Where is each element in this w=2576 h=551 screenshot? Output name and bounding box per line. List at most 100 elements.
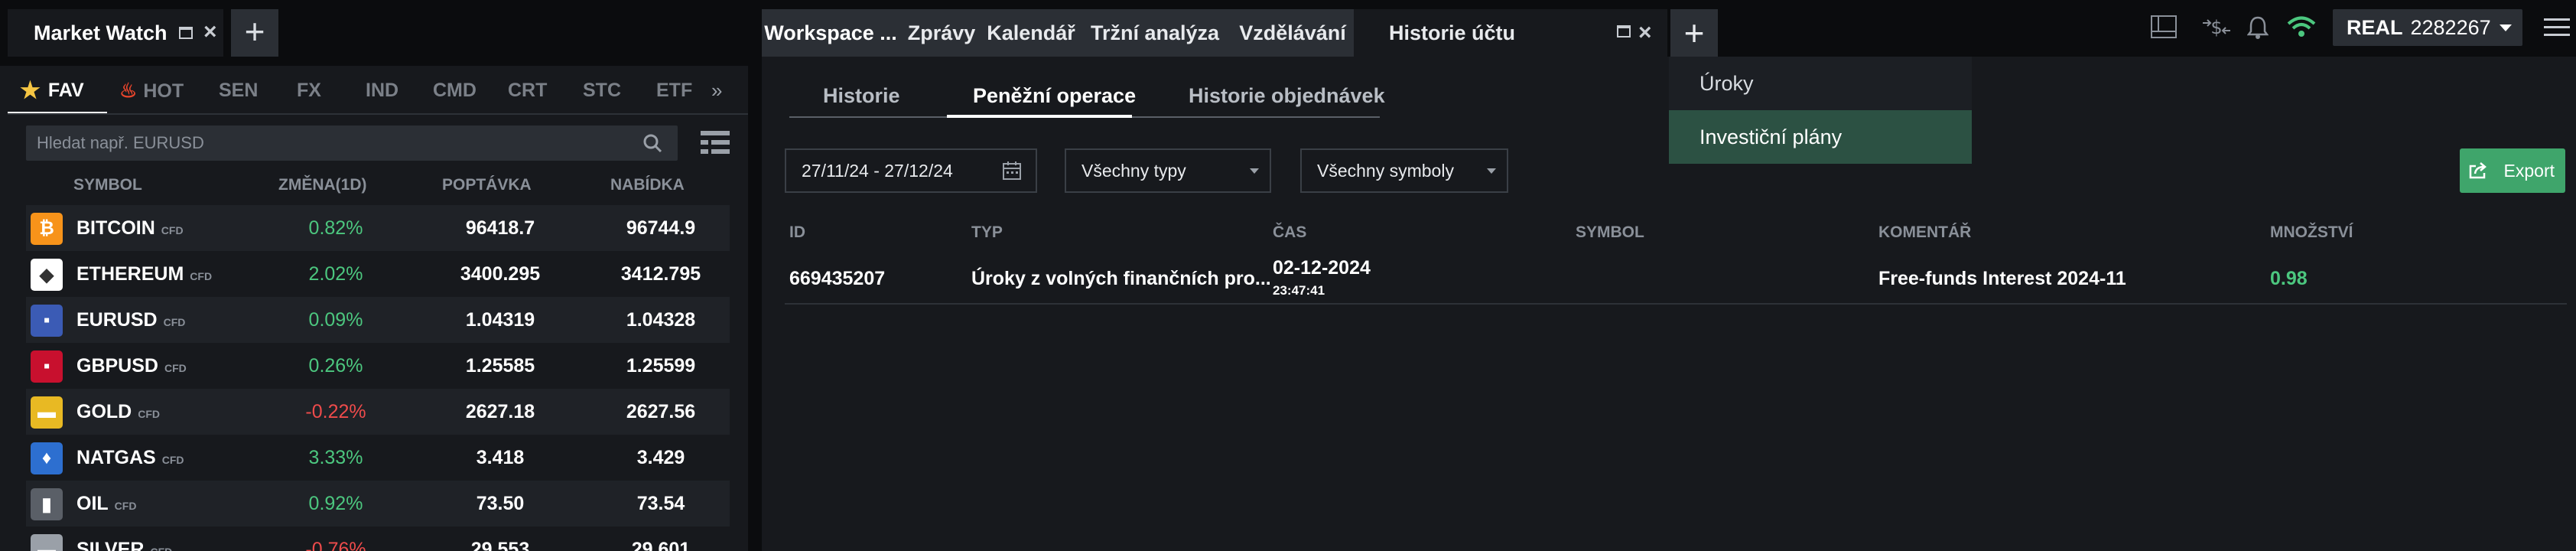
col-amount[interactable]: MNOŽSTVÍ	[2270, 223, 2353, 242]
change-value: 0.92%	[308, 493, 363, 514]
change-value: -0.22%	[305, 401, 366, 422]
ask-price[interactable]: 96744.9	[592, 205, 730, 251]
tab-sen[interactable]: SEN	[219, 66, 258, 115]
account-selector[interactable]: REAL 2282267	[2333, 9, 2522, 46]
symbol-name: GBPUSD CFD	[76, 355, 187, 377]
list-item[interactable]: ▬ SILVERCFD -0.76% 29.553 29.601	[26, 527, 730, 551]
cell-type: Úroky z volných finančních pro...	[971, 268, 1271, 289]
gas-flame-icon: ♦	[31, 442, 63, 474]
subtab-history[interactable]: Historie	[823, 84, 900, 108]
bid-price[interactable]: 96418.7	[424, 205, 577, 251]
active-subtab-underline	[947, 115, 1132, 118]
subtab-cash-operations[interactable]: Peněžní operace	[973, 84, 1136, 108]
tab-cmd[interactable]: CMD	[433, 66, 476, 115]
tab-crt[interactable]: CRT	[508, 66, 547, 115]
window-undock-icon[interactable]	[179, 27, 193, 39]
col-ask[interactable]: NABÍDKA	[610, 176, 685, 194]
add-tab-button[interactable]: +	[1670, 9, 1718, 57]
col-symbol[interactable]: SYMBOL	[1576, 223, 1644, 242]
tab-account-history[interactable]: Historie účtu ×	[1354, 9, 1667, 57]
currency-transfer-icon[interactable]: $	[2201, 15, 2232, 38]
col-symbol[interactable]: SYMBOL	[73, 176, 142, 194]
change-value: -0.76%	[305, 539, 366, 551]
bid-price[interactable]: 3.418	[424, 435, 577, 481]
ask-price[interactable]: 29.601	[592, 527, 730, 551]
bid-price[interactable]: 1.25585	[424, 343, 577, 389]
tab-calendar[interactable]: Kalendář	[984, 9, 1078, 57]
export-icon	[2469, 162, 2487, 179]
export-button[interactable]: Export	[2460, 148, 2565, 193]
list-item[interactable]: ₿ BITCOIN CFD 0.82% 96418.7 96744.9	[26, 205, 730, 251]
cell-id: 669435207	[789, 268, 886, 289]
tab-etf[interactable]: ETF	[656, 66, 692, 115]
menu-item-interest[interactable]: Úroky	[1669, 57, 1972, 110]
ask-price[interactable]: 73.54	[592, 481, 730, 527]
star-icon: ★	[20, 78, 41, 103]
subtab-order-history[interactable]: Historie objednávek	[1189, 84, 1385, 108]
symbol-name: SILVERCFD	[76, 527, 172, 551]
ask-price[interactable]: 1.04328	[592, 297, 730, 343]
search-input[interactable]	[37, 126, 626, 161]
tab-fx[interactable]: FX	[297, 66, 321, 115]
symbol-name: GOLD CFD	[76, 401, 160, 422]
type-filter-select[interactable]: Všechny typy	[1065, 148, 1271, 193]
hamburger-menu-icon[interactable]	[2544, 17, 2570, 38]
divider	[8, 113, 748, 115]
add-panel-button[interactable]: +	[231, 9, 278, 57]
market-watch-title: Market Watch	[34, 21, 168, 44]
tab-education[interactable]: Vzdělávání	[1231, 9, 1354, 57]
list-view-icon[interactable]	[701, 130, 730, 155]
tab-market-analysis[interactable]: Tržní analýza	[1078, 9, 1231, 57]
table-row[interactable]: 669435207 Úroky z volných finančních pro…	[785, 253, 2567, 305]
layout-icon[interactable]	[2151, 15, 2177, 38]
col-id[interactable]: ID	[789, 223, 805, 242]
window-undock-icon[interactable]	[1617, 25, 1631, 37]
bitcoin-icon: ₿	[31, 213, 63, 245]
cell-comment: Free-funds Interest 2024-11	[1878, 268, 2126, 289]
search-icon[interactable]	[642, 133, 662, 153]
col-change[interactable]: ZMĚNA(1D)	[278, 176, 367, 194]
list-item[interactable]: ▪ EURUSD CFD 0.09% 1.04319 1.04328	[26, 297, 730, 343]
menu-item-investment-plans[interactable]: Investiční plány	[1669, 110, 1972, 164]
bid-price[interactable]: 1.04319	[424, 297, 577, 343]
market-watch-panel: Market Watch × + ★ FAV ♨ HOT SEN FX IND CM…	[0, 0, 748, 551]
close-icon[interactable]: ×	[1638, 9, 1652, 57]
col-time[interactable]: ČAS	[1273, 223, 1306, 242]
ask-price[interactable]: 3.429	[592, 435, 730, 481]
ask-price[interactable]: 2627.56	[592, 389, 730, 435]
list-item[interactable]: ▬ GOLD CFD -0.22% 2627.18 2627.56	[26, 389, 730, 435]
bid-price[interactable]: 3400.295	[424, 251, 577, 297]
scroll-right-icon[interactable]: »	[711, 66, 722, 115]
tab-fav[interactable]: ★ FAV	[20, 66, 84, 115]
tab-hot[interactable]: ♨ HOT	[119, 66, 184, 115]
tab-stc[interactable]: STC	[583, 66, 621, 115]
account-type: REAL	[2347, 16, 2403, 39]
list-item[interactable]: ◆ ETHEREUM CFD 2.02% 3400.295 3412.795	[26, 251, 730, 297]
list-item[interactable]: ▪ GBPUSD CFD 0.26% 1.25585 1.25599	[26, 343, 730, 389]
col-type[interactable]: TYP	[971, 223, 1003, 242]
market-watch-tab[interactable]: Market Watch ×	[8, 9, 223, 57]
market-table-header: SYMBOL ZMĚNA(1D) POPTÁVKA NABÍDKA	[0, 171, 748, 199]
col-bid[interactable]: POPTÁVKA	[442, 176, 532, 194]
close-icon[interactable]: ×	[203, 18, 217, 46]
account-number: 2282267	[2410, 16, 2491, 39]
bell-icon[interactable]	[2247, 15, 2269, 40]
bid-price[interactable]: 2627.18	[424, 389, 577, 435]
ask-price[interactable]: 3412.795	[592, 251, 730, 297]
list-item[interactable]: ♦ NATGAS CFD 3.33% 3.418 3.429	[26, 435, 730, 481]
change-value: 0.82%	[308, 217, 363, 239]
change-value: 0.26%	[308, 355, 363, 377]
bid-price[interactable]: 29.553	[424, 527, 577, 551]
tab-ind[interactable]: IND	[366, 66, 398, 115]
bid-price[interactable]: 73.50	[424, 481, 577, 527]
date-range-picker[interactable]: 27/11/24 - 27/12/24	[785, 148, 1037, 193]
col-comment[interactable]: KOMENTÁŘ	[1878, 223, 1971, 242]
tab-news[interactable]: Zprávy	[899, 9, 984, 57]
cell-amount: 0.98	[2270, 268, 2308, 289]
ask-price[interactable]: 1.25599	[592, 343, 730, 389]
symbol-filter-select[interactable]: Všechny symboly	[1300, 148, 1508, 193]
tab-workspace[interactable]: Workspace ...	[762, 9, 899, 83]
list-item[interactable]: ▮ OIL CFD 0.92% 73.50 73.54	[26, 481, 730, 527]
gold-bar-icon: ▬	[31, 396, 63, 429]
svg-text:$: $	[2210, 17, 2222, 38]
